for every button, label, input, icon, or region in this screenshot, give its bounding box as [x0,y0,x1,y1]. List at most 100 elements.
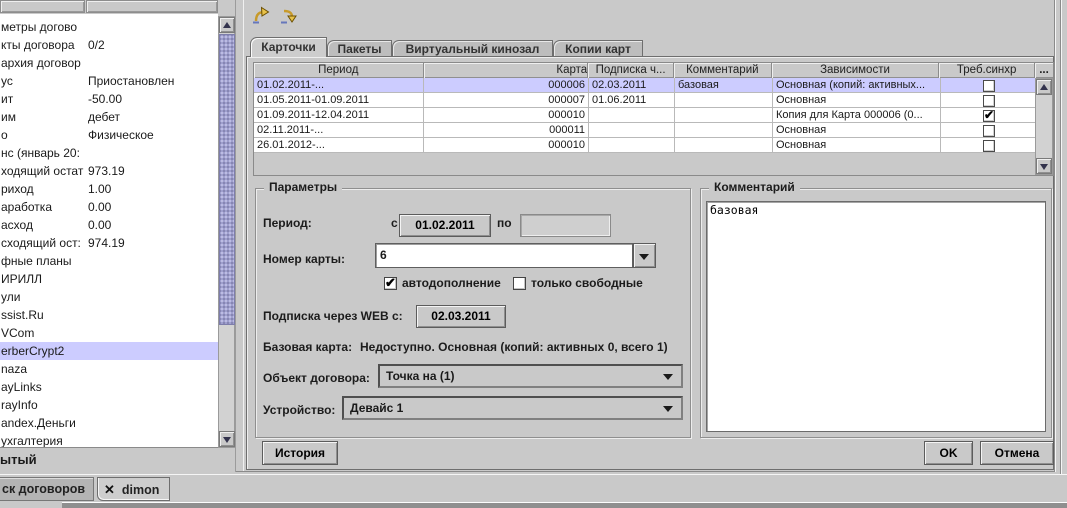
cell-dependency: Копия для Карта 000006 (0... [773,108,941,123]
card-number-input[interactable]: 6 [375,243,633,268]
cell-subscription [589,108,675,123]
item-label: метры догово [1,18,87,36]
col-header-period[interactable]: Период [254,63,424,78]
item-label: им [1,108,87,126]
period-from-date-button[interactable]: 01.02.2011 [399,214,491,237]
item-value: Приостановлен [88,72,174,90]
list-item[interactable]: сходящий ост:974.19 [0,234,218,252]
history-button[interactable]: История [262,441,338,465]
free-only-checkbox[interactable] [513,277,526,290]
nav-back-arrow-icon[interactable] [252,5,272,25]
item-value: 0/2 [88,36,105,54]
table-row[interactable]: 01.09.2011-12.04.2011 000010 Копия для К… [254,108,1053,123]
item-label: ходящий остат [1,162,87,180]
bottom-tab-contract-search[interactable]: ск договоров [0,477,94,501]
list-item[interactable]: усПриостановлен [0,72,218,90]
divider [235,0,236,472]
sync-checkbox[interactable] [983,125,995,137]
list-item[interactable]: асход0.00 [0,216,218,234]
sync-checkbox[interactable] [983,80,995,92]
list-item[interactable]: ИРИЛЛ [0,270,218,288]
list-item[interactable]: ухгалтерия [0,432,218,448]
item-value: 973.19 [88,162,125,180]
item-value: Физическое [88,126,154,144]
arrow-down-icon [223,437,231,443]
sidebar-header-cell-2[interactable] [86,0,218,13]
card-number-dropdown-button[interactable] [633,243,656,268]
scroll-up-button[interactable] [1036,79,1052,95]
sync-checkbox[interactable] [983,140,995,152]
divider [243,0,244,472]
list-item[interactable]: naza [0,360,218,378]
sync-checkbox[interactable] [983,95,995,107]
window-edge [1061,0,1062,474]
base-card-label: Базовая карта: [263,340,352,354]
cell-dependency: Основная (копий: активных... [773,78,941,93]
item-value: дебет [88,108,120,126]
device-dropdown[interactable]: Девайс 1 [342,396,683,420]
list-item[interactable]: VCom [0,324,218,342]
item-label: асход [1,216,87,234]
col-header-dependency[interactable]: Зависимости [772,63,940,78]
chevron-down-icon [663,374,673,380]
web-subscription-date-button[interactable]: 02.03.2011 [416,305,506,328]
col-header-comment[interactable]: Комментарий [674,63,772,78]
list-item[interactable]: ssist.Ru [0,306,218,324]
list-item[interactable]: имдебет [0,108,218,126]
list-item[interactable]: оФизическое [0,126,218,144]
tab-card-copies[interactable]: Копии карт [553,40,643,57]
cell-card: 000006 [424,78,589,93]
col-header-card[interactable]: Карта [424,63,589,78]
sidebar-scrollbar[interactable] [218,16,235,448]
close-icon[interactable]: ✕ [104,482,115,497]
bottom-tab-dimon[interactable]: ✕dimon [97,477,170,501]
cell-comment [675,138,773,153]
list-item[interactable]: аработка0.00 [0,198,218,216]
scroll-down-button[interactable] [219,431,235,447]
column-chooser-button[interactable]: ... [1035,63,1053,78]
chevron-down-icon [663,406,673,412]
item-label: фные планы [1,252,87,270]
ok-button[interactable]: OK [924,441,973,465]
scroll-up-button[interactable] [219,17,235,33]
cancel-button[interactable]: Отмена [980,441,1054,465]
list-item[interactable]: фные планы [0,252,218,270]
cell-subscription [589,138,675,153]
col-header-subscription[interactable]: Подписка ч... [588,63,674,78]
list-item[interactable]: erberCrypt2 [0,342,218,360]
list-item[interactable]: ayLinks [0,378,218,396]
scroll-down-button[interactable] [1036,158,1052,174]
tab-virtual-cinema[interactable]: Виртуальный кинозал [392,40,553,57]
scrollbar-thumb[interactable] [219,34,235,325]
list-item[interactable]: архия договор [0,54,218,72]
table-scrollbar[interactable] [1035,78,1053,175]
comment-textarea[interactable]: базовая [706,201,1046,432]
list-item[interactable]: метры догово [0,18,218,36]
list-item[interactable]: andex.Деньги [0,414,218,432]
list-item[interactable]: кты договора0/2 [0,36,218,54]
table-row[interactable]: 01.05.2011-01.09.2011 000007 01.06.2011 … [254,93,1053,108]
list-item[interactable]: ули [0,288,218,306]
tab-cards[interactable]: Карточки [250,37,327,57]
list-item[interactable]: ходящий остат973.19 [0,162,218,180]
autocomplete-checkbox[interactable] [384,277,397,290]
tab-label: Виртуальный кинозал [406,42,540,56]
sidebar-header-cell-1[interactable] [0,0,85,13]
nav-forward-arrow-icon[interactable] [280,5,300,25]
table-row[interactable]: 01.02.2011-... 000006 02.03.2011 базовая… [254,78,1053,93]
contract-object-dropdown[interactable]: Точка на (1) [378,364,683,388]
table-row[interactable]: 26.01.2012-... 000010 Основная [254,138,1053,153]
tab-packages[interactable]: Пакеты [327,40,392,57]
item-label: ус [1,72,87,90]
item-label: о [1,126,87,144]
list-item[interactable]: ит-50.00 [0,90,218,108]
table-empty-area [254,153,1037,175]
col-header-sync[interactable]: Треб.синхр [939,63,1035,78]
sync-checkbox[interactable] [983,110,995,122]
period-to-field[interactable] [520,214,611,237]
table-row[interactable]: 02.11.2011-... 000011 Основная [254,123,1053,138]
list-item[interactable]: риход1.00 [0,180,218,198]
list-item[interactable]: rayInfo [0,396,218,414]
list-item[interactable]: нс (январь 20: [0,144,218,162]
contract-object-label: Объект договора: [263,371,370,385]
